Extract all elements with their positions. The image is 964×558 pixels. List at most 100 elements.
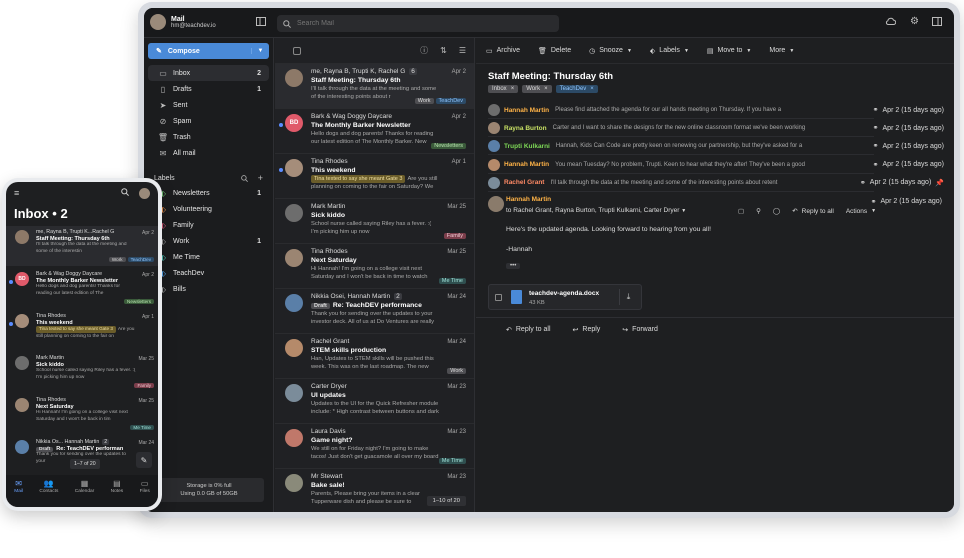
phone-search-icon[interactable] — [121, 188, 129, 198]
sidebar-item-all-mail[interactable]: ✉ All mail — [148, 145, 269, 161]
list-item[interactable]: Tina Rhodes Mar 25 Next Saturday Hi Hannah!… — [275, 244, 474, 289]
pin-icon[interactable]: ⚲ — [756, 207, 761, 215]
list-item[interactable]: Rachel Grant Mar 24 STEM skills production… — [275, 334, 474, 379]
forward-button[interactable]: ↪ Forward — [622, 326, 658, 334]
sidebar-item-spam[interactable]: ⊘ Spam — [148, 113, 269, 129]
thread-tag[interactable]: Inbox × — [488, 85, 519, 93]
link-icon[interactable]: ⚭ — [873, 124, 879, 132]
tag-badge[interactable]: Me Time — [130, 425, 154, 430]
cloud-icon[interactable] — [885, 17, 896, 25]
delete-button[interactable]: 🗑 Delete — [538, 47, 571, 55]
avatar[interactable] — [139, 187, 150, 199]
tab-calendar[interactable]: ▦ Calendar — [75, 479, 94, 507]
label-item-bills[interactable]: ⬖ Bills — [148, 281, 269, 297]
gear-icon[interactable]: ⚙ — [910, 16, 919, 27]
phone-compose-button[interactable]: ✎ — [136, 452, 152, 468]
sidebar-toggle-icon[interactable] — [256, 17, 266, 26]
close-icon[interactable]: × — [544, 86, 548, 92]
hamburger-icon[interactable]: ≡ — [14, 188, 19, 198]
pin-icon[interactable]: 📌 — [935, 179, 944, 187]
phone-pagination[interactable]: 1–7 of 20 — [70, 459, 100, 469]
tab-contacts[interactable]: 👥 Contacts — [39, 479, 58, 507]
link-icon[interactable]: ⚭ — [873, 161, 879, 169]
archive-button[interactable]: ▭ Archive — [486, 47, 520, 55]
phone-list-item[interactable]: Tina Rhodes Mar 25 Next Saturday Hi Hannah!… — [6, 394, 158, 434]
thread-message-row[interactable]: Trupti Kulkarni Hannah, Kids Can Code are… — [488, 138, 874, 156]
select-all-checkbox[interactable] — [293, 46, 301, 55]
link-icon[interactable]: ⚭ — [873, 106, 879, 114]
tag-badge[interactable]: Work — [414, 98, 434, 104]
tag-badge[interactable]: Family — [443, 233, 466, 239]
account-switcher[interactable]: Mail hm@teachdev.io — [150, 14, 216, 30]
phone-list-item[interactable]: Tina Rhodes Apr 1 This weekend Tina texted … — [6, 310, 158, 350]
attachment-card[interactable]: teachdev-agenda.docx 43 KB ⤓ — [488, 284, 642, 310]
search-input[interactable] — [297, 20, 537, 27]
reply-button[interactable]: ↩ Reply — [573, 326, 601, 334]
tag-badge[interactable]: Work — [108, 257, 126, 262]
show-more-button[interactable]: ••• — [506, 263, 521, 269]
label-item-family[interactable]: ⬖ Family — [148, 217, 269, 233]
label-item-volunteering[interactable]: ⬖ Volunteering — [148, 201, 269, 217]
download-icon[interactable]: ⤓ — [619, 289, 637, 305]
sidebar-item-trash[interactable]: 🗑 Trash — [148, 129, 269, 145]
sidebar-item-drafts[interactable]: ▯ Drafts 1 — [148, 81, 269, 97]
thread-message-row[interactable]: Hannah Martin You mean Tuesday? No proble… — [488, 157, 874, 174]
link-icon[interactable]: ⚭ — [873, 142, 879, 150]
label-item-work[interactable]: ⬖ Work 1 — [148, 233, 269, 249]
thread-tag[interactable]: TeachDev × — [555, 85, 598, 93]
phone-list-item[interactable]: Mark Martin Mar 25 Sick kiddo School nurse … — [6, 352, 158, 392]
sidebar-item-sent[interactable]: ➤ Sent — [148, 97, 269, 113]
tag-badge[interactable]: Me Time — [438, 278, 466, 284]
list-item[interactable]: Mark Martin Mar 25 Sick kiddo School nurse … — [275, 199, 474, 244]
labels-button[interactable]: ⬖ Labels ▼ — [650, 47, 689, 55]
phone-list-item[interactable]: me, Rayna B, Trupti K...Rachel G Apr 2 Sta… — [6, 226, 158, 266]
chevron-down-icon[interactable]: ▼ — [251, 48, 269, 54]
tag-badge[interactable]: Me Time — [438, 458, 466, 464]
close-icon[interactable]: × — [590, 86, 594, 92]
list-item[interactable]: Laura Davis Mar 23 Game night? We still on … — [275, 424, 474, 469]
tag-badge[interactable]: TeachDev — [127, 257, 154, 262]
reply-all-button[interactable]: ↶ Reply to all — [506, 326, 551, 334]
thread-message-row[interactable]: Hannah Martin Please find attached the ag… — [488, 102, 874, 119]
comment-icon[interactable]: ▢ — [738, 207, 744, 215]
link-icon[interactable]: ⚭ — [860, 179, 866, 187]
filter-icon[interactable]: ☰ — [459, 46, 466, 55]
info-icon[interactable]: ⓘ — [420, 45, 428, 56]
move-button[interactable]: ▤ Move to ▼ — [707, 47, 751, 55]
panel-icon[interactable] — [932, 17, 942, 26]
link-icon[interactable]: ⚭ — [871, 198, 877, 206]
list-item[interactable]: Carter Dryer Mar 23 UI updates Updates to t… — [275, 379, 474, 424]
tag-badge[interactable]: Family — [134, 383, 154, 388]
search-labels-icon[interactable] — [240, 174, 248, 182]
compose-button[interactable]: ✎ Compose ▼ — [148, 43, 269, 59]
list-item[interactable]: Tina Rhodes Apr 1 This weekend Tina texted … — [275, 154, 474, 199]
tag-badge[interactable]: Newsletters — [124, 299, 154, 304]
close-icon[interactable]: × — [511, 86, 515, 92]
more-button[interactable]: More ▼ — [769, 47, 794, 54]
label-item-teachdev[interactable]: ⬖ TeachDev — [148, 265, 269, 281]
snooze-small-icon[interactable]: ◯ — [773, 207, 780, 215]
tag-badge[interactable]: Newsletters — [431, 143, 466, 149]
thread-message-row[interactable]: Rayna Burton Carter and I want to share t… — [488, 120, 874, 138]
tab-mail[interactable]: ✉ Mail — [14, 479, 23, 507]
label-item-me-time[interactable]: ⬖ Me Time — [148, 249, 269, 265]
reply-all-small-button[interactable]: ↶ Reply to all — [792, 207, 834, 216]
list-item[interactable]: Nikkia Osei, Hannah Martin 2 Mar 24 Draft Re… — [275, 289, 474, 334]
sidebar-item-inbox[interactable]: ▭ Inbox 2 — [148, 65, 269, 81]
tab-notes[interactable]: ▤ Notes — [111, 479, 124, 507]
thread-tag[interactable]: Work × — [522, 85, 552, 93]
search-bar[interactable] — [277, 15, 559, 32]
actions-button[interactable]: Actions ▼ — [846, 208, 876, 215]
add-label-icon[interactable]: + — [258, 173, 263, 183]
attachment-checkbox[interactable] — [495, 294, 502, 301]
label-item-newsletters[interactable]: ⬖ Newsletters 1 — [148, 185, 269, 201]
list-item[interactable]: BD Bark & Wag Doggy Daycare Apr 2 The Month… — [275, 109, 474, 154]
list-item[interactable]: me, Rayna B, Trupti K, Rachel G 6 Apr 2 Sta… — [275, 64, 474, 109]
sort-icon[interactable]: ⇅ — [440, 46, 447, 55]
phone-list-item[interactable]: BD Bark & Wag Doggy Daycare Apr 2 The Month… — [6, 268, 158, 308]
snooze-button[interactable]: ◷ Snooze ▼ — [589, 47, 632, 55]
recipients[interactable]: to Rachel Grant, Rayna Burton, Trupti Ku… — [506, 207, 686, 214]
tab-files[interactable]: ▭ Files — [140, 479, 150, 507]
tag-badge[interactable]: Work — [447, 368, 466, 374]
pagination[interactable]: 1–10 of 20 — [426, 496, 466, 506]
